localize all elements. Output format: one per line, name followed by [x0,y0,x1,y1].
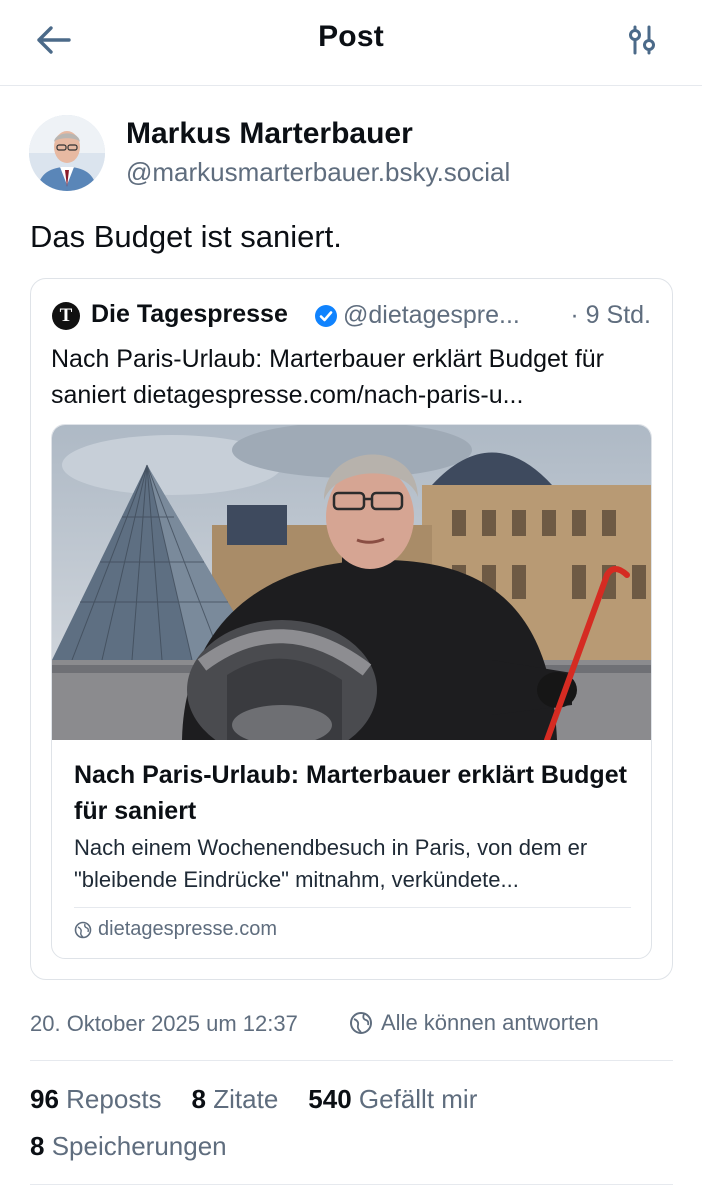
reposts-count: 96 [30,1084,59,1114]
link-preview-domain-row: dietagespresse.com [74,918,277,941]
reposts-stat[interactable]: 96 Reposts [30,1084,162,1115]
quotes-stat[interactable]: 8 Zitate [192,1084,279,1115]
link-preview-domain: dietagespresse.com [98,918,277,940]
divider [74,907,631,908]
post-text: Das Budget ist saniert. [30,219,342,254]
link-preview-title: Nach Paris-Urlaub: Marterbauer erklärt B… [74,761,627,825]
sliders-icon [629,25,655,55]
saves-row: 8 Speicherungen [30,1131,227,1162]
quoted-author-name[interactable]: Die Tagespresse [91,300,288,329]
link-preview-image [52,425,651,740]
quoted-author-handle[interactable]: @dietagespre... [343,301,520,330]
saves-label: Speicherungen [51,1131,227,1161]
top-bar: Post [0,0,702,86]
reply-setting[interactable]: Alle können antworten [349,1010,599,1036]
quotes-count: 8 [191,1084,207,1114]
avatar[interactable] [29,115,105,191]
avatar-image [29,115,105,191]
author-handle[interactable]: @markusmarterbauer.bsky.social [126,157,510,188]
divider [30,1060,673,1061]
author-name[interactable]: Markus Marterbauer [126,117,413,151]
quoted-post-text: Nach Paris-Urlaub: Marterbauer erklärt B… [51,345,605,409]
quoted-post-time: · 9 Std. [570,301,651,329]
globe-icon [350,1012,372,1034]
engagement-stats: 96 Reposts 8 Zitate 540 Gefällt mir [30,1084,477,1115]
likes-count: 540 [308,1084,352,1114]
quoted-author-avatar[interactable]: T [52,302,80,330]
quoted-post[interactable]: T Die Tagespresse @dietagespre... · 9 St… [30,278,673,980]
verified-badge-icon [315,305,337,327]
page-title: Post [318,20,384,53]
saves-count: 8 [30,1131,45,1161]
reposts-label: Reposts [66,1084,162,1114]
link-preview-card[interactable]: Nach Paris-Urlaub: Marterbauer erklärt B… [51,424,652,959]
quotes-label: Zitate [213,1084,279,1114]
post-timestamp: 20. Oktober 2025 um 12:37 [30,1011,298,1036]
thread-settings-button[interactable] [622,20,662,60]
likes-stat[interactable]: 540 Gefällt mir [308,1084,477,1115]
globe-icon [74,921,92,938]
link-preview-description: Nach einem Wochenendbesuch in Paris, von… [74,835,588,892]
saves-stat[interactable]: 8 Speicherungen [30,1131,227,1162]
divider [30,1184,673,1185]
reply-setting-label: Alle können antworten [381,1010,599,1035]
likes-label: Gefällt mir [358,1084,478,1114]
